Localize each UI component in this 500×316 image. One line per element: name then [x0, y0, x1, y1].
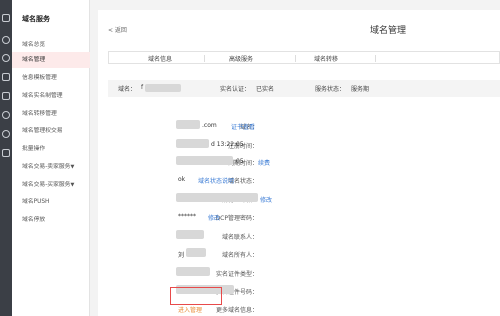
- domain-summary-bar: 域名： f 实名认证： 已实名 服务状态： 服务期: [108, 80, 500, 97]
- sidebar-item-label: 域名转移管理: [22, 111, 57, 117]
- redacted-block: [176, 156, 233, 165]
- tab-divider: [204, 55, 205, 62]
- summary-status-label: 服务状态：: [315, 86, 346, 93]
- icon-toolbar: [0, 0, 12, 316]
- highlight-box: [170, 287, 222, 305]
- sidebar-item-realname[interactable]: 域名实名制管理: [12, 88, 90, 104]
- sidebar-item-label: 域名PUSH: [22, 199, 50, 205]
- menu-icon[interactable]: [2, 14, 10, 22]
- page-title: 域名管理: [370, 26, 407, 36]
- sidebar-item-label: 域名总览: [22, 42, 46, 48]
- id-type-label: 实名证件类型：: [215, 271, 258, 278]
- redacted-block: [176, 139, 209, 148]
- sidebar-item-template[interactable]: 信息模板管理: [12, 70, 90, 86]
- redacted-block: [145, 84, 181, 92]
- sidebar-item-transfer[interactable]: 域名转移管理: [12, 106, 90, 122]
- summary-domain-value: f: [141, 84, 144, 91]
- contact-label: 域名联系人：: [221, 234, 258, 241]
- sidebar-item-batch[interactable]: 批量操作: [12, 141, 90, 157]
- sidebar-item-label: 域名管理: [22, 57, 46, 63]
- settings-icon[interactable]: [2, 130, 10, 138]
- grid-icon[interactable]: [2, 92, 10, 100]
- caret-down-icon: ▼: [70, 182, 75, 188]
- sidebar-title: 域名服务: [22, 15, 50, 23]
- status-value: ok: [178, 176, 186, 183]
- domain-value: .com: [202, 122, 217, 129]
- email-edit-link[interactable]: 修改: [260, 195, 272, 204]
- status-help-link[interactable]: 域名状态说明: [198, 176, 234, 185]
- sidebar-item-label: 信息模板管理: [22, 75, 57, 81]
- enter-manage-link[interactable]: 进入管理: [178, 305, 202, 314]
- summary-status-value: 服务期: [351, 86, 370, 93]
- sidebar-item-overview[interactable]: 域名总览: [12, 37, 90, 53]
- list-icon[interactable]: [2, 149, 10, 157]
- owner-value: 刘: [178, 252, 185, 259]
- redacted-block: [176, 120, 200, 129]
- cert-view-link[interactable]: 证书查看: [231, 122, 255, 131]
- summary-realname-value: 已实名: [256, 86, 275, 93]
- chat-icon[interactable]: [2, 54, 10, 62]
- renew-link[interactable]: 续费: [258, 158, 270, 167]
- redacted-block: [176, 267, 210, 276]
- sidebar-item-domain-manage[interactable]: 域名管理: [12, 52, 90, 68]
- sidebar-item-label: 域名交易-买家服务: [22, 182, 71, 188]
- more-info-label: 更多域名信息：: [215, 307, 258, 314]
- redacted-block: [186, 248, 206, 257]
- caret-down-icon: ▼: [70, 164, 75, 170]
- sidebar-item-push[interactable]: 域名PUSH: [12, 194, 90, 210]
- tab-divider: [295, 55, 296, 62]
- owner-label: 域名所有人：: [221, 252, 258, 259]
- exp-time-value: :05: [234, 158, 244, 165]
- dcp-value: ******: [178, 213, 196, 220]
- sidebar-item-label: 域名管理权交易: [22, 128, 63, 134]
- tab-divider: [375, 55, 376, 62]
- sidebar-item-seller[interactable]: 域名交易-卖家服务▼: [12, 159, 90, 175]
- sidebar-item-label: 批量操作: [22, 146, 46, 152]
- summary-domain-label: 域名：: [118, 86, 137, 93]
- redacted-block: [176, 193, 258, 202]
- sidebar-item-label: 域名交易-卖家服务: [22, 164, 71, 170]
- tab-bar: 域名信息 高级服务 域名转移: [108, 51, 500, 64]
- summary-realname-label: 实名认证：: [220, 86, 251, 93]
- main-panel: < 返回 域名管理 域名信息 高级服务 域名转移 域名： f 实名认证： 已实名…: [98, 10, 500, 316]
- sidebar-item-label: 域名实名制管理: [22, 93, 63, 99]
- globe-icon[interactable]: [2, 36, 10, 44]
- dcp-edit-link[interactable]: 修改: [208, 213, 220, 222]
- tab-advanced-service[interactable]: 高级服务: [229, 54, 253, 63]
- user-icon[interactable]: [2, 111, 10, 119]
- back-link[interactable]: < 返回: [108, 25, 127, 34]
- reg-time-value: d 13:22:05: [211, 141, 244, 148]
- sidebar: 域名服务 域名总览 域名管理 信息模板管理 域名实名制管理 域名转移管理 域名管…: [12, 0, 90, 316]
- tab-domain-info[interactable]: 域名信息: [148, 54, 172, 63]
- sidebar-item-rights-trade[interactable]: 域名管理权交易: [12, 123, 90, 139]
- dcp-label: DCP管理密码：: [215, 215, 258, 222]
- document-icon[interactable]: [2, 73, 10, 81]
- redacted-block: [176, 230, 204, 239]
- sidebar-item-buyer[interactable]: 域名交易-买家服务▼: [12, 177, 90, 193]
- tab-domain-transfer[interactable]: 域名转移: [314, 54, 338, 63]
- sidebar-item-label: 域名停放: [22, 217, 46, 223]
- sidebar-item-parking[interactable]: 域名停放: [12, 212, 90, 228]
